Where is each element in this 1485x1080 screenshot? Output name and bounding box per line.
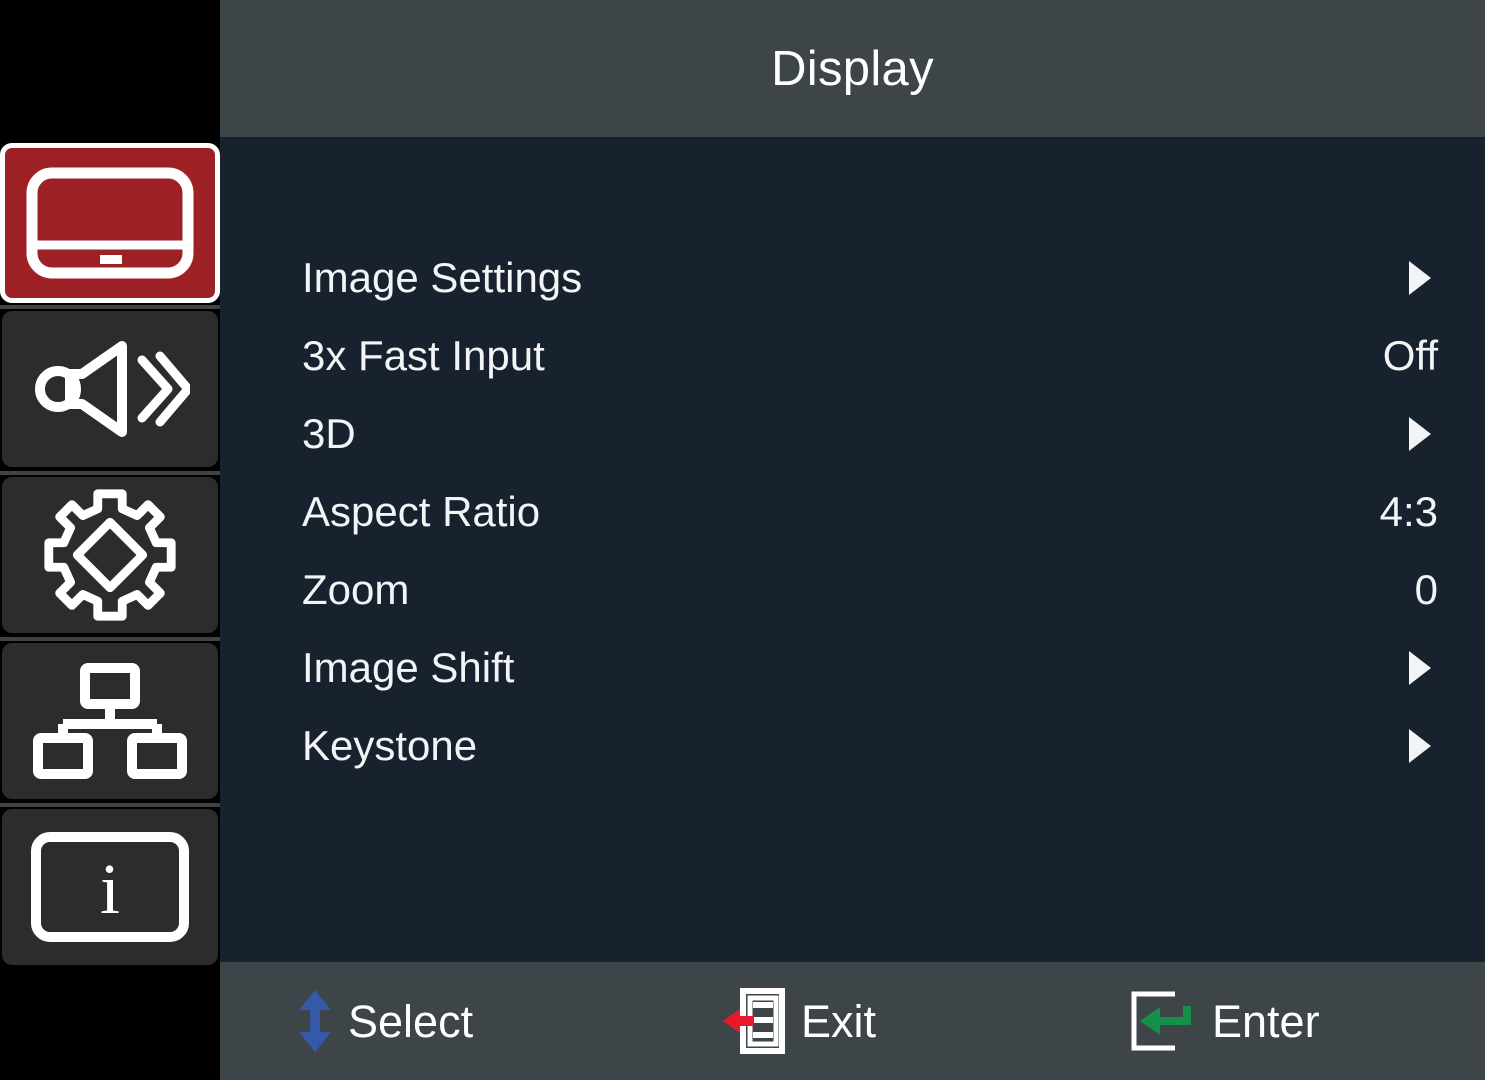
- menu-item-value: Off: [1382, 332, 1438, 379]
- hint-label: Select: [348, 995, 474, 1047]
- sidebar-item-display[interactable]: [0, 143, 220, 305]
- menu-item-3d[interactable]: 3D: [302, 395, 1439, 473]
- sidebar-item-audio[interactable]: [0, 309, 220, 471]
- menu-item-label: Zoom: [302, 566, 410, 613]
- audio-icon: [35, 341, 190, 437]
- menu-item-aspect-ratio[interactable]: Aspect Ratio 4:3: [302, 473, 1439, 551]
- menu-item-value: 0: [1414, 566, 1438, 613]
- menu-item-label: Aspect Ratio: [302, 488, 541, 535]
- submenu-arrow-icon: [1409, 417, 1431, 451]
- up-down-arrow-icon: [299, 990, 331, 1052]
- menu-item-label: 3D: [302, 410, 356, 457]
- menu-item-3x-fast-input[interactable]: 3x Fast Input Off: [302, 317, 1439, 395]
- menu-item-label: Image Settings: [302, 254, 583, 301]
- menu-item-zoom[interactable]: Zoom 0: [302, 551, 1439, 629]
- submenu-arrow-icon: [1409, 261, 1431, 295]
- sidebar-item-network[interactable]: [0, 641, 220, 803]
- menu-item-label: 3x Fast Input: [302, 332, 545, 379]
- network-icon: [33, 663, 187, 779]
- sidebar-item-setup[interactable]: [0, 475, 220, 637]
- menu-item-keystone[interactable]: Keystone: [302, 707, 1439, 785]
- hint-exit[interactable]: Exit: [723, 962, 876, 1080]
- hint-enter[interactable]: Enter: [1130, 962, 1320, 1080]
- menu-item-image-settings[interactable]: Image Settings: [302, 239, 1439, 317]
- osd-screen: i Display Image Settings 3x Fast Input O…: [0, 0, 1485, 1080]
- submenu-arrow-icon: [1409, 729, 1431, 763]
- svg-text:i: i: [100, 849, 120, 929]
- hint-select[interactable]: Select: [298, 962, 473, 1080]
- menu-item-label: Keystone: [302, 722, 478, 769]
- info-icon: i: [31, 832, 189, 942]
- bottom-hint-bar: Select Exit Enter: [220, 962, 1485, 1080]
- menu-item-image-shift[interactable]: Image Shift: [302, 629, 1439, 707]
- display-icon: [26, 167, 194, 279]
- sidebar: i: [0, 0, 220, 1080]
- gear-icon: [44, 489, 176, 621]
- menu-list: Image Settings 3x Fast Input Off 3D Aspe…: [302, 239, 1439, 785]
- submenu-arrow-icon: [1409, 651, 1431, 685]
- content-panel: Image Settings 3x Fast Input Off 3D Aspe…: [220, 137, 1485, 962]
- page-title: Display: [771, 41, 934, 96]
- menu-item-value: 4:3: [1379, 488, 1438, 535]
- menu-item-label: Image Shift: [302, 644, 515, 691]
- header-bar: Display: [220, 0, 1485, 137]
- enter-return-icon: [1131, 991, 1191, 1051]
- hint-label: Exit: [801, 995, 877, 1047]
- sidebar-item-info[interactable]: i: [0, 807, 220, 969]
- exit-menu-icon: [723, 988, 785, 1054]
- hint-label: Enter: [1212, 995, 1320, 1047]
